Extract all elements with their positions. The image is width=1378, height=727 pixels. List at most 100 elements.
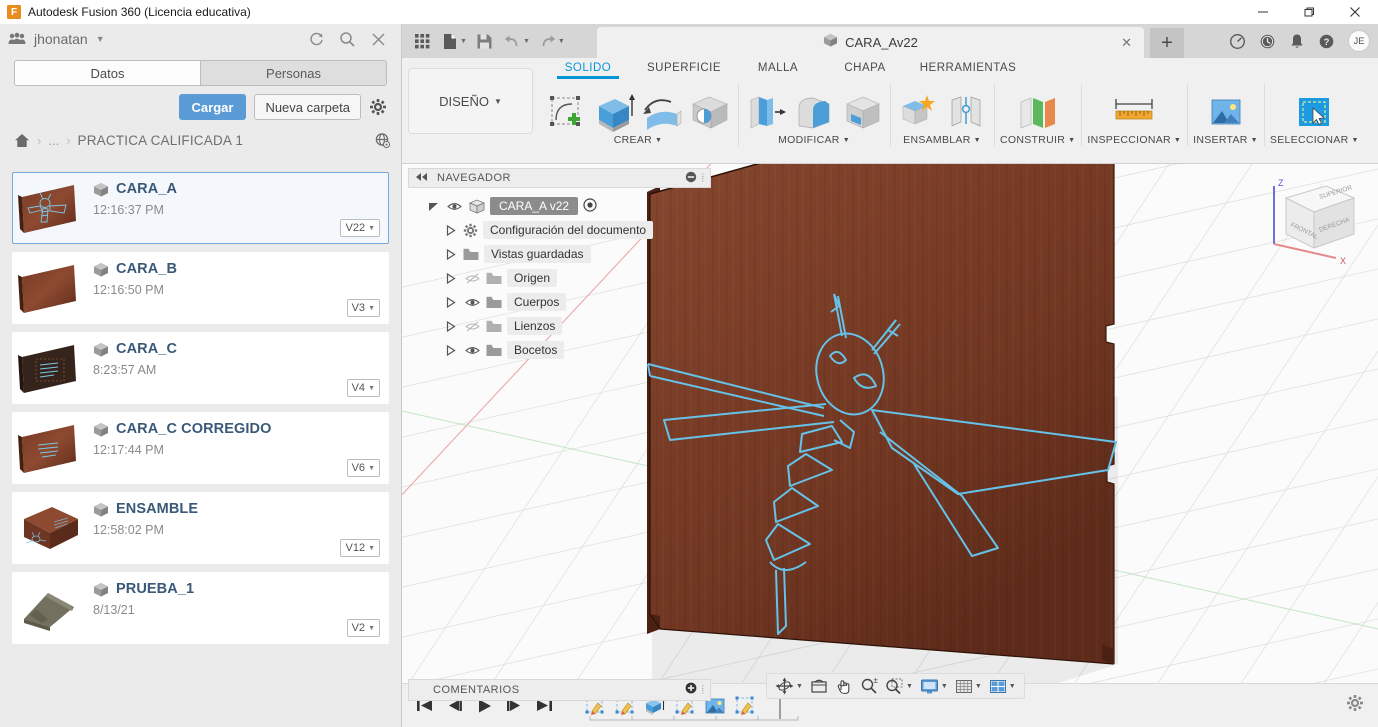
- measure-icon[interactable]: [1110, 88, 1158, 134]
- tab-malla[interactable]: MALLA: [734, 62, 822, 74]
- tree-row-lienzos[interactable]: Lienzos: [408, 314, 711, 338]
- chevron-down-icon[interactable]: ▼: [523, 38, 530, 45]
- pan-icon[interactable]: [833, 677, 855, 695]
- breadcrumb-current[interactable]: PRACTICA CALIFICADA 1: [78, 133, 244, 148]
- extrude-icon[interactable]: [592, 88, 636, 134]
- expand-arrow-icon[interactable]: [444, 297, 458, 308]
- tree-row-cuerpos[interactable]: Cuerpos: [408, 290, 711, 314]
- version-dropdown[interactable]: V6▼: [347, 459, 380, 477]
- visibility-eye-icon[interactable]: [445, 201, 463, 212]
- search-icon[interactable]: [339, 31, 356, 48]
- chevron-down-icon[interactable]: ▼: [460, 38, 467, 45]
- timeline-sketch-icon[interactable]: [734, 695, 756, 717]
- help-icon[interactable]: ?: [1318, 33, 1335, 50]
- tab-herramientas[interactable]: HERRAMIENTAS: [908, 62, 1028, 74]
- plus-circle-icon[interactable]: [685, 681, 697, 699]
- version-dropdown[interactable]: V3▼: [347, 299, 380, 317]
- grip-icon[interactable]: ⦙: [702, 684, 704, 697]
- ribbon-group-label[interactable]: ENSAMBLAR▼: [903, 134, 981, 146]
- tab-chapa[interactable]: CHAPA: [822, 62, 908, 74]
- chevron-down-icon[interactable]: ▼: [96, 34, 105, 44]
- expand-arrow-icon[interactable]: [444, 249, 458, 260]
- ribbon-group-label[interactable]: INSERTAR▼: [1193, 134, 1258, 146]
- collapse-icon[interactable]: [415, 171, 429, 185]
- list-item[interactable]: PRUEBA_1 8/13/21 V2▼: [12, 572, 389, 644]
- document-tab[interactable]: CARA_Av22 ✕: [597, 27, 1144, 58]
- ribbon-group-label[interactable]: INSPECCIONAR▼: [1087, 134, 1181, 146]
- target-icon[interactable]: [583, 198, 597, 215]
- version-dropdown[interactable]: V22▼: [340, 219, 380, 237]
- comments-bar[interactable]: COMENTARIOS ⦙: [408, 679, 711, 701]
- view-cube[interactable]: Z X SUPERIOR FRONTAL DERECHA: [1256, 172, 1366, 268]
- bell-icon[interactable]: [1289, 33, 1305, 50]
- expand-arrow-icon[interactable]: [444, 225, 458, 236]
- insert-image-icon[interactable]: [1204, 88, 1248, 134]
- joint-icon[interactable]: [944, 88, 988, 134]
- new-component-icon[interactable]: [896, 88, 940, 134]
- expand-arrow-icon[interactable]: [444, 273, 458, 284]
- new-folder-button[interactable]: Nueva carpeta: [254, 94, 361, 120]
- save-icon[interactable]: [471, 27, 499, 55]
- tree-row-vistas[interactable]: Vistas guardadas: [408, 242, 711, 266]
- tree-row-origen[interactable]: Origen: [408, 266, 711, 290]
- gear-icon[interactable]: [369, 98, 387, 116]
- user-name[interactable]: jhonatan: [34, 31, 88, 47]
- offset-plane-icon[interactable]: [1014, 88, 1062, 134]
- revolve-icon[interactable]: [640, 88, 684, 134]
- close-panel-icon[interactable]: [370, 31, 387, 48]
- visibility-eye-hidden-icon[interactable]: [463, 273, 481, 284]
- version-dropdown[interactable]: V2▼: [347, 619, 380, 637]
- tree-row-bocetos[interactable]: Bocetos: [408, 338, 711, 362]
- visibility-eye-icon[interactable]: [463, 345, 481, 356]
- expand-arrow-icon[interactable]: [444, 321, 458, 332]
- expand-arrow-icon[interactable]: [444, 345, 458, 356]
- restore-icon[interactable]: [1286, 0, 1332, 24]
- hole-icon[interactable]: [688, 88, 732, 134]
- ribbon-group-label[interactable]: CONSTRUIR▼: [1000, 134, 1075, 146]
- press-pull-icon[interactable]: [744, 88, 788, 134]
- globe-icon[interactable]: [374, 132, 391, 149]
- dashboard-icon[interactable]: [1229, 33, 1246, 50]
- upload-button[interactable]: Cargar: [179, 94, 247, 120]
- new-tab-button[interactable]: +: [1150, 28, 1184, 58]
- list-item[interactable]: CARA_C CORREGIDO 12:17:44 PM V6▼: [12, 412, 389, 484]
- viewports-icon[interactable]: ▼: [987, 678, 1018, 695]
- expand-arrow-icon[interactable]: [426, 201, 440, 212]
- chevron-down-icon[interactable]: ▼: [558, 38, 565, 45]
- look-at-icon[interactable]: [808, 678, 830, 695]
- tree-root-row[interactable]: CARA_A v22: [408, 194, 711, 218]
- grip-icon[interactable]: ⦙: [702, 172, 704, 185]
- fillet-icon[interactable]: [792, 88, 836, 134]
- gear-icon[interactable]: [1346, 694, 1378, 717]
- list-item[interactable]: CARA_A 12:16:37 PM V22▼: [12, 172, 389, 244]
- close-icon[interactable]: [1332, 0, 1378, 24]
- grid-icon[interactable]: [408, 27, 436, 55]
- display-settings-icon[interactable]: ▼: [918, 678, 950, 695]
- shell-icon[interactable]: [840, 88, 884, 134]
- ribbon-group-label[interactable]: SELECCIONAR▼: [1270, 134, 1359, 146]
- home-icon[interactable]: [14, 133, 30, 148]
- list-item[interactable]: CARA_C 8:23:57 AM V4▼: [12, 332, 389, 404]
- viewport-3d[interactable]: NAVEGADOR ⦙: [402, 164, 1378, 707]
- tab-personas[interactable]: Personas: [201, 61, 386, 85]
- list-item[interactable]: CARA_B 12:16:50 PM V3▼: [12, 252, 389, 324]
- tab-datos[interactable]: Datos: [15, 61, 201, 85]
- close-icon[interactable]: ✕: [1121, 35, 1132, 51]
- grid-snap-icon[interactable]: ▼: [953, 678, 984, 695]
- minimize-icon[interactable]: [1240, 0, 1286, 24]
- minus-icon[interactable]: [685, 171, 697, 186]
- visibility-eye-hidden-icon[interactable]: [463, 321, 481, 332]
- select-window-icon[interactable]: [1292, 88, 1336, 134]
- avatar[interactable]: JE: [1348, 30, 1370, 52]
- history-icon[interactable]: [1259, 33, 1276, 50]
- version-dropdown[interactable]: V12▼: [340, 539, 380, 557]
- version-dropdown[interactable]: V4▼: [347, 379, 380, 397]
- visibility-eye-icon[interactable]: [463, 297, 481, 308]
- orbit-icon[interactable]: ▼: [773, 677, 805, 695]
- breadcrumb-ellipsis[interactable]: ...: [48, 133, 59, 148]
- zoom-icon[interactable]: ±: [858, 677, 880, 695]
- ribbon-group-label[interactable]: MODIFICAR▼: [778, 134, 850, 146]
- refresh-icon[interactable]: [308, 31, 325, 48]
- tab-superficie[interactable]: SUPERFICIE: [634, 62, 734, 74]
- zoom-window-icon[interactable]: ▼: [883, 677, 915, 695]
